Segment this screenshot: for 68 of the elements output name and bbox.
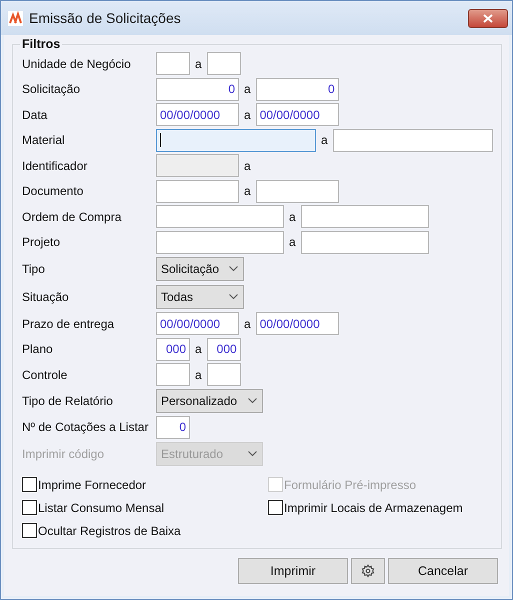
input-field[interactable]: 0 — [156, 416, 190, 439]
input-field[interactable]: 00/00/0000 — [156, 103, 239, 126]
input-field[interactable]: 000 — [156, 338, 190, 361]
field-label: Tipo — [22, 262, 46, 276]
range-separator: a — [194, 342, 203, 356]
field-label: Solicitação — [22, 82, 82, 96]
input-field[interactable]: 00/00/0000 — [256, 103, 339, 126]
input-field[interactable] — [300, 230, 429, 254]
input-field[interactable] — [300, 205, 429, 228]
range-separator: a — [243, 158, 252, 173]
range-separator: a — [243, 316, 252, 331]
chevron-down-icon — [248, 398, 257, 404]
input-field[interactable]: 00/00/0000 — [256, 312, 339, 336]
range-separator: a — [194, 56, 203, 71]
field-label: Controle — [22, 368, 68, 382]
checkbox[interactable]: Listar Consumo Mensal — [22, 500, 268, 515]
field-label: Projeto — [22, 235, 62, 250]
dialog-button[interactable]: Cancelar — [388, 558, 498, 584]
dialog-button[interactable]: Imprimir — [238, 558, 348, 584]
input-field[interactable] — [156, 128, 316, 152]
input-field[interactable] — [156, 180, 239, 203]
field-label: Plano — [22, 342, 54, 356]
dropdown[interactable]: Solicitação — [156, 257, 244, 281]
input-field[interactable] — [256, 180, 339, 203]
checkbox[interactable]: Imprime Fornecedor — [22, 477, 268, 492]
field-label: Situação — [22, 290, 70, 304]
input-field[interactable]: 000 — [206, 338, 241, 361]
input-field[interactable] — [206, 52, 241, 76]
range-separator: a — [243, 184, 252, 198]
window-title: Emissão de Solicitações — [29, 10, 182, 26]
dropdown[interactable]: Todas — [156, 285, 244, 309]
input-field[interactable]: 0 — [156, 78, 239, 101]
field-label: Ordem de Compra — [22, 210, 122, 224]
range-separator: a — [288, 210, 297, 224]
range-separator: a — [288, 235, 297, 250]
close-button[interactable] — [468, 8, 508, 28]
app-logo-icon — [8, 10, 23, 26]
range-separator: a — [194, 368, 203, 382]
chevron-down-icon — [248, 450, 257, 456]
field-label: Tipo de Relatório — [22, 394, 114, 408]
input-field[interactable] — [206, 363, 241, 386]
gear-icon — [361, 564, 375, 578]
field-label: Nº de Cotações a Listar — [22, 420, 150, 434]
field-label: Documento — [22, 184, 84, 198]
field-label: Identificador — [22, 158, 88, 173]
input-field[interactable] — [156, 205, 284, 228]
settings-button[interactable] — [351, 558, 385, 584]
dropdown[interactable]: Personalizado — [156, 389, 263, 413]
input-field[interactable]: 00/00/0000 — [156, 312, 239, 336]
range-separator: a — [243, 108, 252, 122]
chevron-down-icon — [229, 294, 238, 300]
input-field[interactable] — [156, 52, 190, 76]
input-field[interactable] — [332, 128, 493, 152]
range-separator: a — [243, 82, 252, 96]
close-icon — [483, 14, 493, 22]
field-label: Data — [22, 108, 48, 122]
checkbox[interactable]: Imprimir Locais de Armazenagem — [268, 500, 493, 515]
input-field[interactable] — [156, 230, 284, 254]
input-field[interactable] — [156, 363, 190, 386]
chevron-down-icon — [229, 266, 238, 272]
field-label: Unidade de Negócio — [22, 56, 132, 71]
group-title: Filtros — [21, 37, 62, 51]
field-label: Material — [22, 133, 66, 148]
field-label: Prazo de entrega — [22, 316, 116, 331]
range-separator: a — [320, 133, 329, 148]
checkbox[interactable]: Ocultar Registros de Baixa — [22, 523, 268, 538]
input-field[interactable]: 0 — [256, 78, 339, 101]
field-label: Imprimir código — [22, 446, 106, 460]
